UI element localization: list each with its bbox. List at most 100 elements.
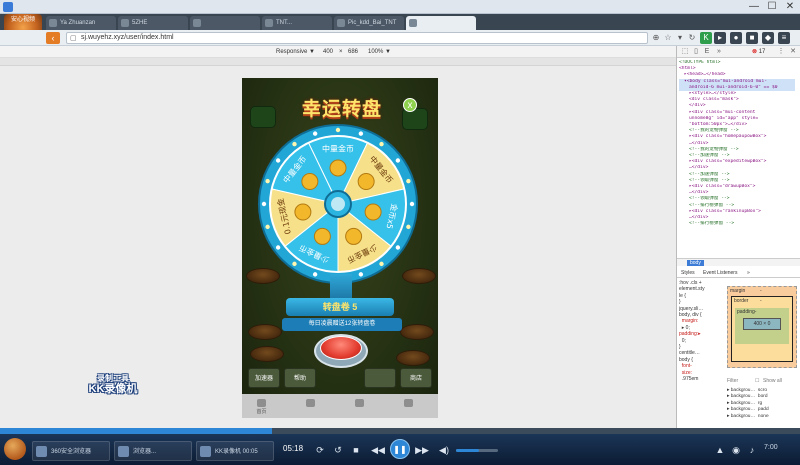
app-icon (118, 446, 129, 457)
box-padding-label: padding- (737, 309, 757, 315)
browser-tab[interactable]: TNT... (262, 16, 332, 30)
tray-icon-1[interactable]: ▲ (712, 442, 728, 458)
browser-tab-active[interactable] (406, 16, 476, 30)
taskbar-item[interactable]: KK录像机 00:05 (196, 441, 274, 461)
browser-menu-icon[interactable]: ≡ (778, 32, 790, 44)
volume-level (456, 449, 480, 452)
devtools-menu-icon[interactable]: ⋮ (777, 48, 785, 56)
styles-pane[interactable]: :hov .cls + element.sty le {} jquery.sli… bo… (679, 280, 725, 428)
tray-icon-3[interactable]: ♪ (744, 442, 760, 458)
extension-4-icon[interactable]: ◆ (762, 32, 774, 44)
recorder-watermark: 录制工具 KK录像机 (78, 374, 148, 395)
wheel-light (292, 261, 297, 267)
dom-node[interactable]: <!--排行榜弹窗 --> (679, 221, 795, 227)
breadcrumb-body[interactable]: body (687, 260, 704, 266)
tab-label: TNT... (276, 20, 292, 26)
rewind-icon[interactable]: ◀◀ (370, 442, 386, 458)
device-preset-select[interactable]: Responsive ▼ (276, 46, 315, 58)
url-text: sj.wuyehz.xyz/user/index.html (81, 34, 174, 41)
maximize-button[interactable]: ☐ (762, 0, 782, 14)
wheel-light (265, 178, 270, 184)
box-margin-label: margin (730, 288, 746, 294)
taskbar-item[interactable]: 浏览器... (114, 441, 192, 461)
close-window-button[interactable]: ✕ (780, 0, 800, 14)
browser-logo-label: 安心视频 (10, 17, 35, 23)
error-count: 17 (758, 49, 766, 55)
start-button[interactable] (4, 438, 26, 460)
device-mode-icon[interactable]: ▯ (692, 48, 700, 56)
tab-favicon-icon (121, 19, 129, 27)
browser-tab[interactable]: Ya Zhuanzan (46, 16, 116, 30)
url-field[interactable]: ▢ sj.wuyehz.xyz/user/index.html (66, 32, 648, 44)
wheel-light (335, 127, 341, 133)
user-icon (404, 399, 413, 407)
browser-tab[interactable] (190, 16, 260, 30)
cart-icon (355, 399, 364, 407)
volume-icon[interactable]: ◀) (436, 442, 452, 458)
lucky-wheel[interactable]: 中量金币中量金币金币x5少量金币少量金币0.1元现金中量金币 (258, 124, 418, 284)
filter-input[interactable]: Filter (727, 378, 738, 384)
refresh-icon[interactable]: ↺ (330, 442, 346, 458)
extension-2-icon[interactable]: ● (730, 32, 742, 44)
styles-tabbar: Styles Event Listeners » (677, 268, 800, 278)
nav-game[interactable] (291, 396, 330, 416)
browser-tab[interactable]: Pic_kdd_Bai_TNT (334, 16, 404, 30)
app-icon (36, 446, 47, 457)
accelerate-button[interactable]: 加速器 (248, 368, 280, 388)
back-button[interactable]: ‹ (46, 32, 60, 44)
tab-favicon-icon (193, 19, 201, 27)
nav-home[interactable]: 首页 (242, 396, 281, 416)
extension-3-icon[interactable]: ■ (746, 32, 758, 44)
devtools-close-icon[interactable]: ✕ (789, 48, 797, 56)
error-counter[interactable]: ⊗ 17 (752, 48, 774, 56)
browser-tab[interactable]: 5ZHE (118, 16, 188, 30)
nav-shop[interactable] (340, 396, 379, 416)
stop-icon[interactable]: ■ (348, 442, 364, 458)
tray-icon-2[interactable]: ◉ (728, 442, 744, 458)
repeat-icon[interactable]: ⟳ (312, 442, 328, 458)
os-titlebar: — ☐ ✕ (0, 0, 800, 14)
tab-favicon-icon (337, 19, 345, 27)
phone-screen: 幸运转盘 x 中量金币 中量金币 金币x5 少量金币 少量金币 0.1元现金 中量金币 转盘… (242, 78, 438, 418)
tab-styles[interactable]: Styles (681, 268, 695, 278)
style-rule-line[interactable]: .975em (679, 376, 725, 382)
menu-chevron-icon[interactable]: ▾ (674, 32, 686, 44)
fast-forward-icon[interactable]: ▶▶ (414, 442, 430, 458)
extension-k-icon[interactable]: K (700, 32, 712, 44)
device-height-input[interactable]: 686 (348, 46, 358, 58)
refresh-icon[interactable]: ↻ (686, 32, 698, 44)
extension-1-icon[interactable]: ▸ (714, 32, 726, 44)
tab-more[interactable]: » (747, 268, 750, 278)
nav-profile[interactable] (389, 396, 428, 416)
device-width-input[interactable]: 400 (323, 46, 333, 58)
coin-icon (357, 173, 375, 191)
close-modal-button[interactable]: x (403, 98, 417, 112)
help-button[interactable]: 帮助 (284, 368, 316, 388)
security-icon[interactable]: ⊕ (650, 32, 662, 44)
coin-icon (313, 227, 331, 245)
computed-list[interactable]: ▸ backgrou… scro ▸ backgrou… bord ▸ backgr… (727, 388, 799, 428)
inspect-icon[interactable]: ⬚ (681, 48, 689, 56)
bookmark-star-icon[interactable]: ☆ (662, 32, 674, 44)
action-button[interactable] (364, 368, 396, 388)
computed-property[interactable]: ▸ backgrou… none (727, 414, 799, 420)
minimize-button[interactable]: — (744, 0, 764, 14)
tab-event-listeners[interactable]: Event Listeners (703, 268, 737, 278)
breadcrumb: body (677, 258, 800, 266)
zoom-select[interactable]: 100% ▼ (368, 46, 391, 58)
devtools-toolbar: ⬚ ▯ E » ⊗ 17 ⋮ ✕ (677, 46, 800, 58)
tab-label: Ya Zhuanzan (60, 20, 96, 26)
show-all-checkbox[interactable]: ☐ (755, 376, 759, 386)
taskbar-item[interactable]: 360安全浏览器 (32, 441, 110, 461)
wheel-light (275, 245, 281, 250)
shop-button[interactable]: 商店 (400, 368, 432, 388)
device-toolbar: Responsive ▼ 400 × 686 100% ▼ (0, 46, 676, 58)
elements-tree[interactable]: <!DOCTYPE html> <html> ▸<head>…</head> ▾<bo… (679, 60, 795, 260)
pause-button[interactable]: ❚❚ (390, 439, 410, 459)
wheel-light (406, 224, 411, 230)
more-tabs-icon[interactable]: » (715, 48, 723, 56)
coin-icon (294, 203, 312, 221)
wheel-light (312, 272, 318, 277)
elements-tab-icon[interactable]: E (703, 48, 711, 56)
spin-button[interactable] (320, 336, 362, 360)
